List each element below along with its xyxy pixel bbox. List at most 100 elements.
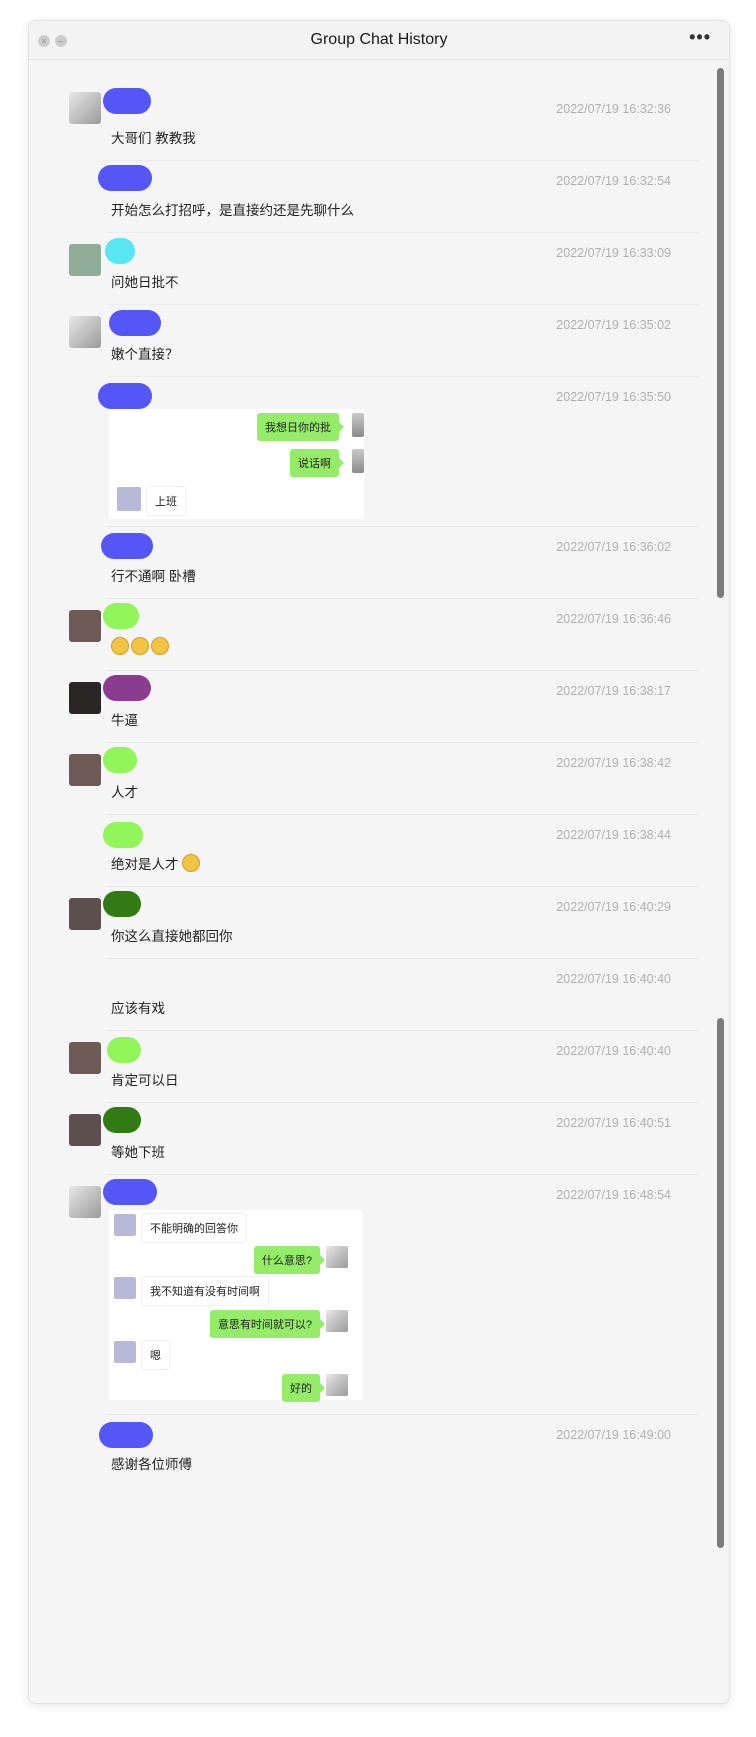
message-text: 大哥们 教教我 [111, 131, 196, 146]
divider [107, 376, 699, 377]
sender-name-redacted [109, 310, 161, 336]
message-time: 2022/07/19 16:33:09 [556, 246, 671, 260]
message-text: 绝对是人才 [111, 857, 179, 872]
avatar [117, 487, 141, 511]
message-text: 牛逼 [111, 713, 138, 728]
screenshot-bubble: 我想日你的批 [257, 413, 344, 441]
divider [107, 958, 699, 959]
sender-name-redacted [103, 1179, 157, 1205]
avatar[interactable] [69, 610, 101, 642]
sender-name-redacted [107, 1037, 141, 1063]
divider [107, 232, 699, 233]
avatar[interactable] [69, 1042, 101, 1074]
avatar [114, 1214, 136, 1236]
message-text: 行不通啊 卧槽 [111, 569, 196, 584]
message-text: 绝对是人才 [111, 853, 202, 873]
message-time: 2022/07/19 16:40:29 [556, 900, 671, 914]
message-time: 2022/07/19 16:32:36 [556, 102, 671, 116]
scrollbar[interactable] [717, 68, 724, 1703]
message-text: 感谢各位师傅 [111, 1457, 192, 1472]
message-time: 2022/07/19 16:36:02 [556, 540, 671, 554]
divider [107, 160, 699, 161]
screenshot-bubble: 意思有时间就可以? [209, 1310, 326, 1338]
divider [107, 1102, 699, 1103]
avatar[interactable] [69, 754, 101, 786]
avatar[interactable] [69, 898, 101, 930]
message-time: 2022/07/19 16:40:40 [556, 972, 671, 986]
divider [107, 1174, 699, 1175]
screenshot-bubble: 说话啊 [290, 449, 344, 477]
avatar [326, 1374, 348, 1396]
scrollbar-thumb[interactable] [717, 1018, 724, 1548]
message-time: 2022/07/19 16:49:00 [556, 1428, 671, 1442]
message-time: 2022/07/19 16:48:54 [556, 1188, 671, 1202]
avatar[interactable] [69, 1186, 101, 1218]
sender-name-redacted [101, 533, 153, 559]
message-time: 2022/07/19 16:38:17 [556, 684, 671, 698]
laugh-emoji-icon [182, 854, 201, 872]
avatar[interactable] [69, 244, 101, 276]
divider [107, 1414, 699, 1415]
sender-name-redacted [103, 747, 137, 773]
screenshot-bubble: 什么意思? [253, 1246, 326, 1274]
message-text: 肯定可以日 [111, 1073, 179, 1088]
sender-name-redacted [103, 88, 151, 114]
chat-screenshot-image[interactable]: 不能明确的回答你 什么意思? 我不知道有没有时间啊 意思有时间就可以? 嗯 好的 [109, 1210, 362, 1402]
avatar [326, 1310, 348, 1332]
screenshot-bubble: 好的 [282, 1374, 325, 1402]
divider [107, 526, 699, 527]
message-text [111, 637, 171, 655]
message-time: 2022/07/19 16:35:50 [556, 390, 671, 404]
screenshot-bubble: 不能明确的回答你 [142, 1214, 246, 1242]
avatar[interactable] [69, 92, 101, 124]
message-time: 2022/07/19 16:32:54 [556, 174, 671, 188]
scrollbar-thumb[interactable] [717, 68, 724, 598]
message-time: 2022/07/19 16:36:46 [556, 612, 671, 626]
message-time: 2022/07/19 16:35:02 [556, 318, 671, 332]
message-text: 问她日批不 [111, 275, 179, 290]
avatar [352, 449, 364, 473]
avatar [326, 1246, 348, 1268]
sender-name-redacted [103, 603, 139, 629]
sender-name-redacted [103, 822, 143, 848]
message-list[interactable]: 2022/07/19 16:32:36 大哥们 教教我 2022/07/19 1… [29, 60, 729, 1703]
message-text: 人才 [111, 785, 138, 800]
emoji-icon [131, 637, 149, 655]
divider [107, 1030, 699, 1031]
message-text: 嫩个直接？ [111, 347, 179, 362]
message-text: 等她下班 [111, 1145, 165, 1160]
avatar[interactable] [69, 682, 101, 714]
message-time: 2022/07/19 16:40:40 [556, 1044, 671, 1058]
divider [107, 598, 699, 599]
window-title: Group Chat History [310, 31, 448, 48]
avatar [114, 1341, 136, 1363]
sender-name-redacted [98, 165, 152, 191]
chat-history-window: × – Group Chat History ••• 2022/07/19 16… [28, 20, 730, 1704]
screenshot-bubble: 上班 [147, 487, 185, 515]
sender-name-redacted [99, 1422, 153, 1448]
emoji-icon [111, 637, 129, 655]
message-time: 2022/07/19 16:38:44 [556, 828, 671, 842]
divider [107, 886, 699, 887]
message-text: 开始怎么打招呼，是直接约还是先聊什么 [111, 203, 354, 218]
divider [107, 814, 699, 815]
message-text: 应该有戏 [111, 1001, 165, 1016]
message-time: 2022/07/19 16:38:42 [556, 756, 671, 770]
sender-name-redacted [103, 675, 151, 701]
chat-screenshot-image[interactable]: 我想日你的批 说话啊 上班 [109, 409, 364, 519]
avatar[interactable] [69, 316, 101, 348]
message-time: 2022/07/19 16:40:51 [556, 1116, 671, 1130]
screenshot-bubble: 我不知道有没有时间啊 [142, 1277, 268, 1305]
avatar [352, 413, 364, 437]
emoji-icon [151, 637, 169, 655]
sender-name-redacted [98, 383, 152, 409]
sender-name-redacted [103, 1107, 141, 1133]
title-bar: × – Group Chat History ••• [29, 21, 729, 60]
avatar[interactable] [69, 1114, 101, 1146]
more-options-button[interactable]: ••• [689, 27, 711, 48]
screenshot-bubble: 嗯 [142, 1341, 169, 1369]
sender-name-redacted [103, 891, 141, 917]
divider [107, 670, 699, 671]
avatar [114, 1277, 136, 1299]
divider [107, 304, 699, 305]
